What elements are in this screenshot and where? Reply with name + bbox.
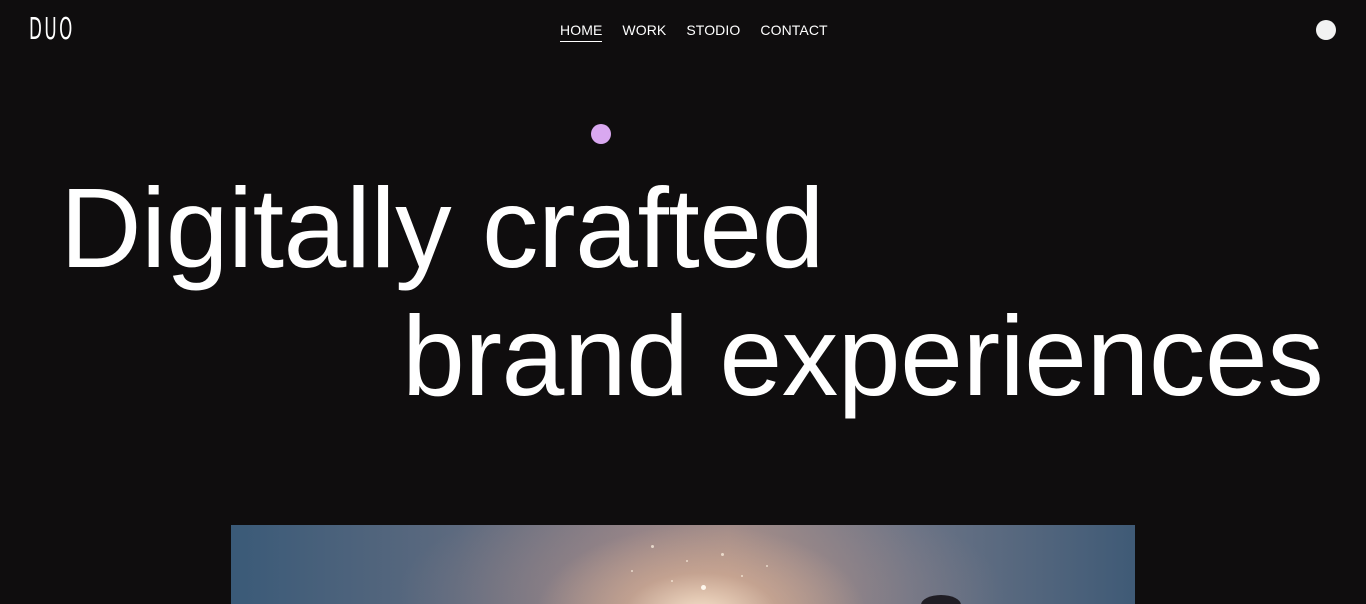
logo-text: DUO <box>29 12 75 47</box>
theme-toggle-icon[interactable] <box>1316 20 1336 40</box>
hero-heading-line-2: brand experiences <box>402 293 1324 419</box>
nav-item-studio[interactable]: STODIO <box>686 21 740 42</box>
hero-image <box>231 525 1135 604</box>
nav-item-home[interactable]: HOME <box>560 21 603 42</box>
logo[interactable]: DUO <box>29 12 103 47</box>
hero-image-silhouette <box>921 595 961 604</box>
accent-dot-icon <box>591 124 611 144</box>
nav-item-contact[interactable]: CONTACT <box>760 21 827 42</box>
nav-item-work[interactable]: WORK <box>622 21 666 42</box>
main-nav: HOME WORK STODIO CONTACT <box>560 21 828 42</box>
hero-heading-line-1: Digitally crafted <box>60 165 824 291</box>
